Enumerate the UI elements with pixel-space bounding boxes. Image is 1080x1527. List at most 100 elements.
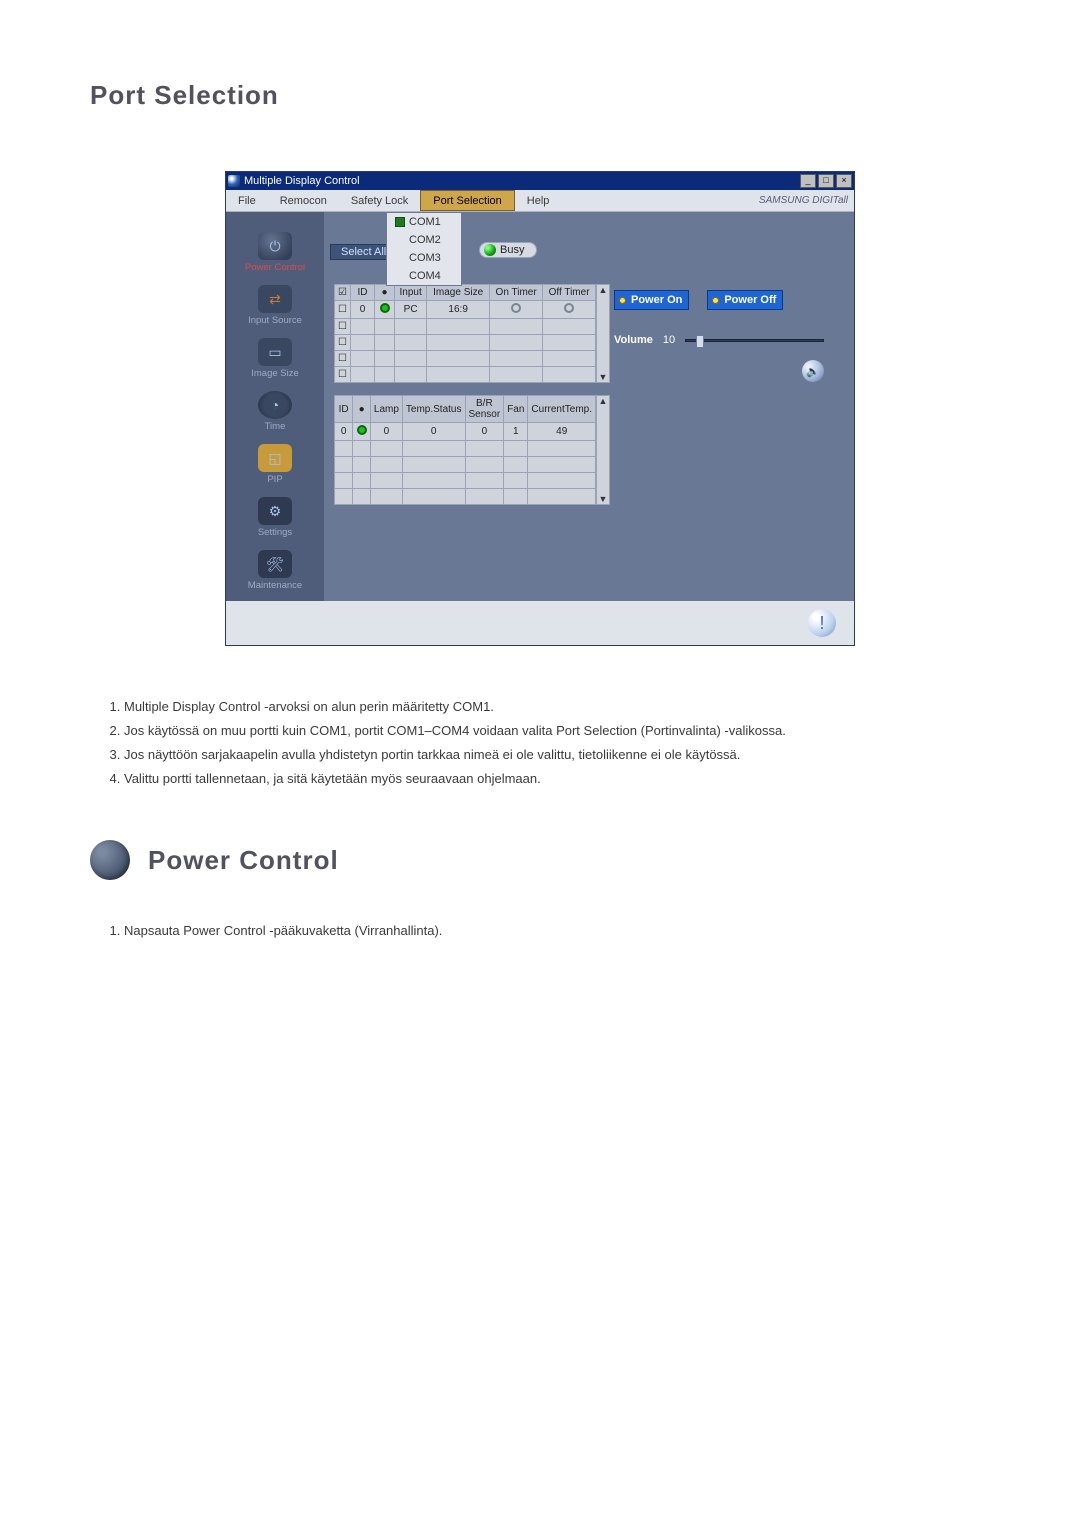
bullet-icon — [619, 297, 626, 304]
page-heading-power-control: Power Control — [148, 845, 339, 876]
bullet-icon — [712, 297, 719, 304]
sidebar-item-maintenance[interactable]: 🛠 Maintenance — [248, 550, 302, 591]
titlebar[interactable]: Multiple Display Control _ □ × — [226, 172, 854, 190]
right-control-panel: Power On Power Off Volume 10 🔈 — [614, 290, 824, 382]
status-grid[interactable]: ID ● Lamp Temp.Status B/R Sensor Fan Cur… — [334, 395, 596, 505]
scroll-up-icon[interactable]: ▲ — [597, 285, 609, 295]
sidebar-item-settings[interactable]: ⚙ Settings — [258, 497, 292, 538]
table-row[interactable] — [335, 473, 596, 489]
maximize-button[interactable]: □ — [818, 174, 834, 188]
gear-icon: ⚙ — [258, 497, 292, 525]
timer-dot-icon — [564, 303, 574, 313]
col-br-sensor: B/R Sensor — [465, 396, 504, 423]
volume-slider[interactable] — [685, 339, 824, 342]
clock-icon: ◔ — [258, 391, 292, 419]
minimize-button[interactable]: _ — [800, 174, 816, 188]
sidebar-item-time[interactable]: ◔ Time — [258, 391, 292, 432]
menu-safety-lock[interactable]: Safety Lock — [339, 190, 420, 211]
sidebar-item-image-size[interactable]: ▭ Image Size — [251, 338, 299, 379]
list-item: Jos käytössä on muu portti kuin COM1, po… — [124, 720, 990, 742]
sidebar-label: Image Size — [251, 368, 299, 379]
volume-value: 10 — [663, 334, 675, 346]
check-icon — [395, 217, 405, 227]
col-lamp: Lamp — [370, 396, 402, 423]
app-footer: ! — [226, 601, 854, 645]
table-row[interactable] — [335, 441, 596, 457]
table-row[interactable]: ☐ — [335, 351, 596, 367]
port-dropdown[interactable]: COM1 COM2 COM3 COM4 — [386, 212, 462, 286]
sidebar-label: Time — [265, 421, 286, 432]
port-option-com3[interactable]: COM3 — [387, 249, 461, 267]
power-button-row: Power On Power Off — [614, 290, 824, 310]
row-checkbox[interactable]: ☐ — [335, 301, 351, 319]
col-status: ● — [353, 396, 371, 423]
menu-file[interactable]: File — [226, 190, 268, 211]
cell-status — [375, 301, 395, 319]
table-row[interactable]: ☐ — [335, 335, 596, 351]
list-item: Multiple Display Control -arvoksi on alu… — [124, 696, 990, 718]
col-id: ID — [335, 396, 353, 423]
scroll-down-icon[interactable]: ▼ — [597, 372, 609, 382]
power-control-notes: Napsauta Power Control -pääkuvaketta (Vi… — [90, 920, 990, 942]
cell-current-temp: 49 — [528, 423, 596, 441]
cell-fan: 1 — [504, 423, 528, 441]
power-off-button[interactable]: Power Off — [707, 290, 783, 310]
port-option-com1[interactable]: COM1 — [387, 213, 461, 231]
power-on-label: Power On — [631, 294, 682, 306]
power-control-section-icon — [90, 840, 130, 880]
col-fan: Fan — [504, 396, 528, 423]
sidebar-item-input-source[interactable]: ⇄ Input Source — [248, 285, 302, 326]
status-grid-wrap: ID ● Lamp Temp.Status B/R Sensor Fan Cur… — [334, 395, 844, 505]
port-label: COM4 — [409, 270, 441, 282]
app-window: Multiple Display Control _ □ × File Remo… — [225, 171, 855, 646]
menu-remocon[interactable]: Remocon — [268, 190, 339, 211]
col-id: ID — [351, 285, 375, 301]
busy-dot-icon — [484, 244, 496, 256]
busy-indicator: Busy — [479, 242, 537, 258]
table-row[interactable]: 0 0 0 0 1 49 — [335, 423, 596, 441]
grid2-scrollbar[interactable]: ▲ ▼ — [596, 395, 610, 505]
volume-label: Volume — [614, 334, 653, 346]
grid1-scrollbar[interactable]: ▲ ▼ — [596, 284, 610, 383]
timer-dot-icon — [511, 303, 521, 313]
cell-br-sensor: 0 — [465, 423, 504, 441]
scroll-up-icon[interactable]: ▲ — [597, 396, 609, 406]
col-checkbox[interactable]: ☑ — [335, 285, 351, 301]
port-option-com4[interactable]: COM4 — [387, 267, 461, 285]
sidebar-item-pip[interactable]: ◱ PIP — [258, 444, 292, 485]
table-row[interactable]: ☐ — [335, 367, 596, 383]
list-item: Jos näyttöön sarjakaapelin avulla yhdist… — [124, 744, 990, 766]
sidebar: ⏻ Power Control ⇄ Input Source ▭ Image S… — [226, 212, 324, 601]
speaker-button[interactable]: 🔈 — [802, 360, 824, 382]
port-label: COM3 — [409, 252, 441, 264]
menu-port-selection[interactable]: Port Selection — [420, 190, 514, 211]
section-power-control: Power Control — [90, 840, 990, 880]
slider-thumb[interactable] — [696, 335, 704, 348]
table-row[interactable]: ☐ 0 PC 16:9 — [335, 301, 596, 319]
alert-icon[interactable]: ! — [808, 609, 836, 637]
page-heading-port-selection: Port Selection — [90, 80, 990, 111]
cell-status — [353, 423, 371, 441]
sidebar-label: Power Control — [245, 262, 305, 273]
menu-help[interactable]: Help — [515, 190, 562, 211]
port-label: COM1 — [409, 216, 441, 228]
app-icon — [228, 175, 240, 187]
close-button[interactable]: × — [836, 174, 852, 188]
cell-off-timer — [543, 301, 596, 319]
scroll-down-icon[interactable]: ▼ — [597, 494, 609, 504]
pip-icon: ◱ — [258, 444, 292, 472]
table-row[interactable] — [335, 457, 596, 473]
sidebar-label: Settings — [258, 527, 292, 538]
cell-lamp: 0 — [370, 423, 402, 441]
display-grid[interactable]: ☑ ID ● Input Image Size On Timer Off Tim… — [334, 284, 596, 383]
col-image-size: Image Size — [427, 285, 490, 301]
brand-logo: SAMSUNG DIGITall — [759, 190, 854, 211]
sidebar-item-power-control[interactable]: ⏻ Power Control — [245, 232, 305, 273]
table-row[interactable]: ☐ — [335, 319, 596, 335]
list-item: Valittu portti tallennetaan, ja sitä käy… — [124, 768, 990, 790]
port-option-com2[interactable]: COM2 — [387, 231, 461, 249]
col-input: Input — [395, 285, 427, 301]
table-row[interactable] — [335, 489, 596, 505]
sidebar-label: Input Source — [248, 315, 302, 326]
power-on-button[interactable]: Power On — [614, 290, 689, 310]
